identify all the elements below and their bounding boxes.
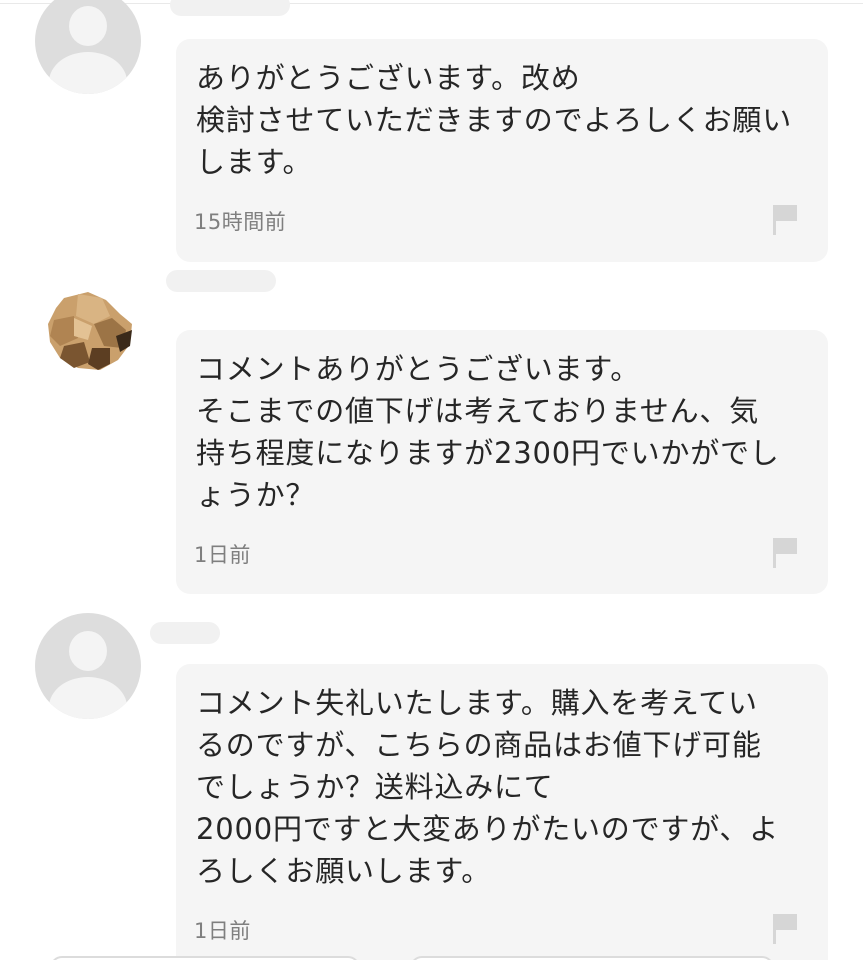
comment-bubble: コメントありがとうございます。 そこまでの値下げは考えておりません、気 持ち程度… bbox=[176, 330, 828, 594]
comment-line: ょうか？ bbox=[196, 478, 316, 512]
user-avatar[interactable] bbox=[35, 0, 141, 94]
avatar-head-shape bbox=[69, 631, 107, 671]
bottom-button-right[interactable] bbox=[410, 956, 774, 960]
bottom-button-left[interactable] bbox=[50, 956, 360, 960]
divider bbox=[0, 3, 863, 4]
comment-line: コメントありがとうございます。 bbox=[196, 352, 641, 386]
comment-text: ありがとうございます。改め 検討させていただきますのでよろしくお願い します。 bbox=[196, 57, 816, 183]
comment-line: 2000円ですと大変ありがたいのですが、よ bbox=[196, 812, 780, 846]
comment-line: でしょうか？送料込みにて bbox=[196, 770, 554, 804]
comment-line: ありがとうございます。改め bbox=[196, 61, 581, 95]
user-avatar[interactable] bbox=[35, 613, 141, 719]
comment-thread: ありがとうございます。改め 検討させていただきますのでよろしくお願い します。 … bbox=[0, 0, 863, 960]
comment-timestamp: 1日前 bbox=[194, 543, 251, 567]
avatar-head-shape bbox=[69, 6, 107, 46]
avatar-body-shape bbox=[49, 52, 127, 94]
comment-line: ろしくお願いします。 bbox=[196, 854, 492, 888]
mosaic-user-avatar[interactable] bbox=[44, 290, 138, 372]
avatar-body-shape bbox=[49, 677, 127, 719]
comment-bubble: コメント失礼いたします。購入を考えてい るのですが、こちらの商品はお値下げ可能 … bbox=[176, 664, 828, 960]
comment-line: コメント失礼いたします。購入を考えてい bbox=[196, 686, 758, 720]
user-name-blurred bbox=[150, 622, 220, 644]
comment-timestamp: 1日前 bbox=[194, 919, 251, 943]
comment-timestamp: 15時間前 bbox=[194, 210, 287, 234]
flag-icon[interactable] bbox=[772, 912, 798, 944]
comment-text: コメント失礼いたします。購入を考えてい るのですが、こちらの商品はお値下げ可能 … bbox=[196, 682, 816, 892]
user-name-blurred bbox=[170, 0, 290, 16]
flag-icon[interactable] bbox=[772, 536, 798, 568]
comment-bubble: ありがとうございます。改め 検討させていただきますのでよろしくお願い します。 … bbox=[176, 39, 828, 262]
flag-icon[interactable] bbox=[772, 203, 798, 235]
comment-line: 検討させていただきますのでよろしくお願い bbox=[196, 103, 793, 137]
comment-line: るのですが、こちらの商品はお値下げ可能 bbox=[196, 728, 762, 762]
comment-line: 持ち程度になりますが2300円でいかがでし bbox=[196, 436, 780, 470]
comment-text: コメントありがとうございます。 そこまでの値下げは考えておりません、気 持ち程度… bbox=[196, 348, 816, 516]
comment-line: そこまでの値下げは考えておりません、気 bbox=[196, 394, 760, 428]
comment-line: します。 bbox=[196, 145, 313, 179]
user-name-blurred bbox=[166, 270, 276, 292]
